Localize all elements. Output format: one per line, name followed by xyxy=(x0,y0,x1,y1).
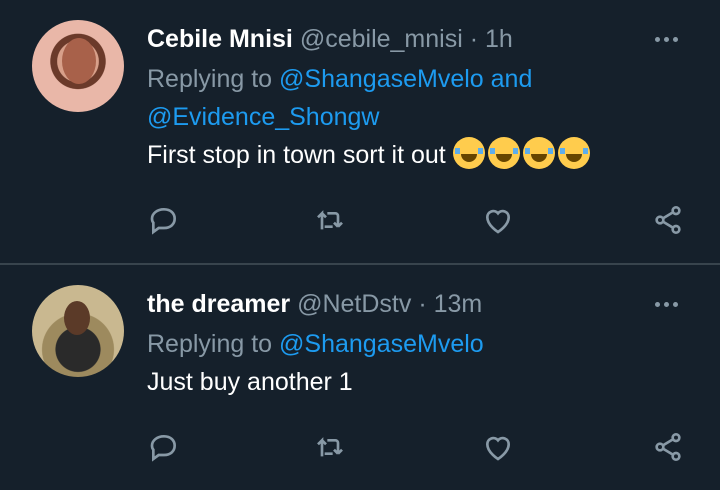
user-name[interactable]: the dreamer xyxy=(147,290,290,318)
reply-icon xyxy=(150,434,177,462)
share-button[interactable] xyxy=(648,427,688,467)
replying-prefix: Replying to xyxy=(147,330,273,358)
retweet-icon xyxy=(317,210,343,230)
mention-link[interactable]: @ShangaseMvelo xyxy=(279,65,484,93)
user-name[interactable]: Cebile Mnisi xyxy=(147,25,293,53)
reply-button[interactable] xyxy=(144,427,184,467)
tweet-actions xyxy=(0,200,720,240)
retweet-button[interactable] xyxy=(310,200,350,240)
mention-link[interactable]: @Evidence_Shongw xyxy=(147,103,379,131)
user-handle[interactable]: @cebile_mnisi xyxy=(300,25,463,53)
avatar[interactable] xyxy=(32,285,124,377)
more-icon[interactable] xyxy=(652,287,682,321)
tweet-text: Just buy another 1 xyxy=(147,368,353,396)
like-button[interactable] xyxy=(478,427,518,467)
tweet-header: Cebile Mnisi @cebile_mnisi · 1h xyxy=(147,22,690,56)
share-button[interactable] xyxy=(648,200,688,240)
more-icon[interactable] xyxy=(652,22,682,56)
heart-icon xyxy=(486,209,510,234)
timestamp[interactable]: 13m xyxy=(434,290,483,318)
replying-prefix: Replying to xyxy=(147,65,273,93)
replying-to: Replying to @ShangaseMvelo xyxy=(147,325,690,363)
retweet-icon xyxy=(317,437,343,457)
mention-join[interactable]: and xyxy=(491,65,533,93)
user-handle[interactable]: @NetDstv xyxy=(297,290,411,318)
retweet-button[interactable] xyxy=(310,427,350,467)
mention-link[interactable]: @ShangaseMvelo xyxy=(279,330,484,358)
reply-button[interactable] xyxy=(144,200,184,240)
face-with-tears-of-joy-icon xyxy=(487,137,520,169)
separator: · xyxy=(469,25,479,53)
tweet-header: the dreamer @NetDstv · 13m xyxy=(147,287,690,321)
tweet-text: First stop in town sort it out xyxy=(147,136,690,174)
heart-icon xyxy=(486,436,510,461)
tweet[interactable]: the dreamer @NetDstv · 13m Replying to @… xyxy=(0,265,720,490)
separator: · xyxy=(418,290,427,318)
avatar[interactable] xyxy=(32,20,124,112)
face-with-tears-of-joy-icon xyxy=(557,137,590,169)
like-button[interactable] xyxy=(478,200,518,240)
share-icon xyxy=(655,433,681,461)
tweet-text-content: First stop in town sort it out xyxy=(147,141,446,169)
tweet[interactable]: Cebile Mnisi @cebile_mnisi · 1h Replying… xyxy=(0,0,720,265)
face-with-tears-of-joy-icon xyxy=(452,137,485,169)
reply-icon xyxy=(150,207,177,235)
timestamp[interactable]: 1h xyxy=(485,25,513,53)
face-with-tears-of-joy-icon xyxy=(522,137,555,169)
replying-to: Replying to @ShangaseMvelo and @Evidence… xyxy=(147,60,690,136)
tweet-actions xyxy=(0,427,720,467)
share-icon xyxy=(655,206,681,234)
